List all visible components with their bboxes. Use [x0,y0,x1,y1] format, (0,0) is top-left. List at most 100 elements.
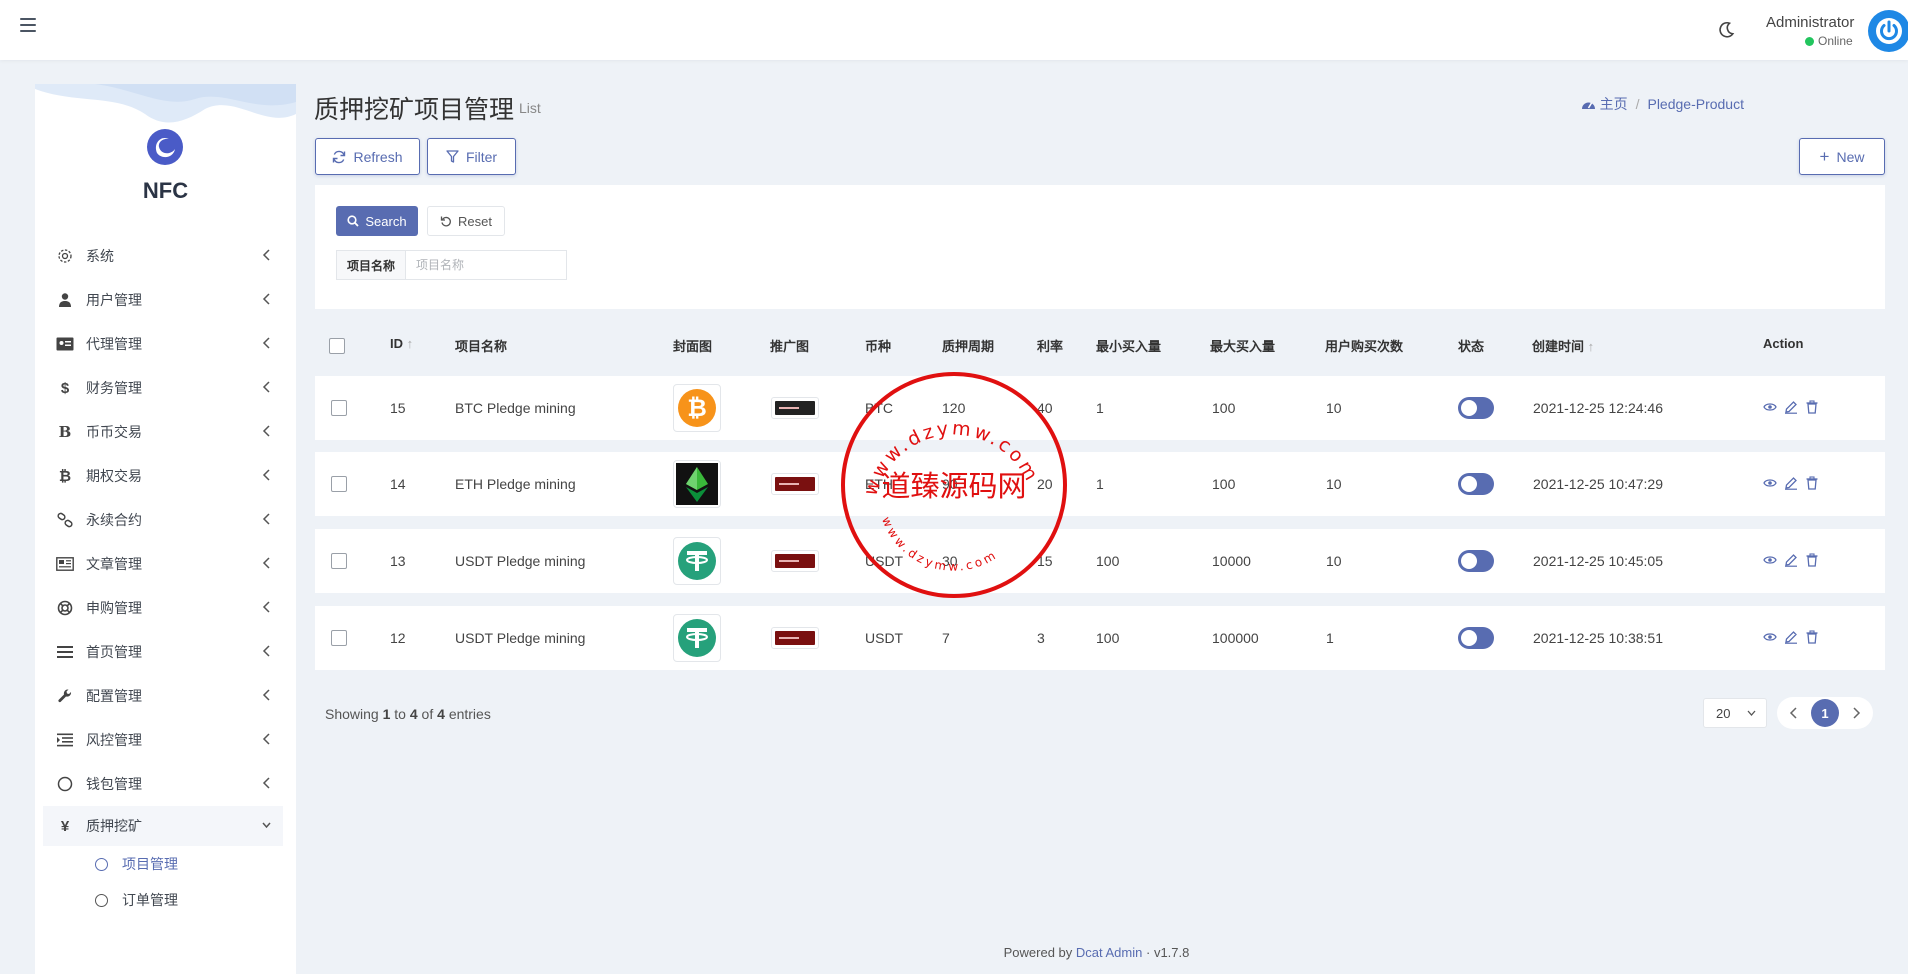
refresh-icon [333,150,346,163]
user-name[interactable]: Administrator [1766,14,1854,31]
sidebar-item-spot-trading[interactable]: B 币币交易 [43,410,283,454]
status-toggle[interactable] [1458,627,1494,649]
sidebar-item-pledge-mining[interactable]: ¥ 质押挖矿 [43,806,283,846]
row-checkbox[interactable] [331,400,347,416]
hamburger-menu-icon[interactable] [20,18,36,32]
promo-image[interactable] [771,550,819,572]
sidebar-item-label: 钱包管理 [86,776,142,792]
cell-times: 1 [1326,630,1334,646]
row-checkbox[interactable] [331,553,347,569]
edit-pencil-icon[interactable] [1784,400,1798,414]
row-checkbox[interactable] [331,630,347,646]
sidebar-item-label: 期权交易 [86,468,142,484]
select-all-checkbox[interactable] [329,338,345,354]
online-dot-icon [1805,37,1814,47]
ethereum-coin-icon [676,463,718,505]
sidebar-item-label: 系统 [86,248,114,264]
view-eye-icon[interactable] [1763,630,1777,644]
cell-rate: 3 [1037,630,1045,646]
sidebar-subitem-projects[interactable]: 项目管理 [43,846,283,882]
cover-image[interactable] [673,614,721,662]
project-name-input[interactable] [405,250,567,280]
sidebar-item-agents[interactable]: 代理管理 [43,322,283,366]
sidebar-subitem-orders[interactable]: 订单管理 [43,882,283,918]
cover-image[interactable] [673,537,721,585]
sidebar-subitem-label: 订单管理 [122,892,178,908]
cell-times: 10 [1326,553,1342,569]
chevron-right-icon[interactable] [1849,706,1863,720]
delete-trash-icon[interactable] [1805,553,1819,567]
sidebar-item-articles[interactable]: 文章管理 [43,542,283,586]
sidebar-item-risk-control[interactable]: 风控管理 [43,718,283,762]
life-ring-icon [56,599,74,617]
avatar[interactable] [1868,10,1908,52]
bitcoin-icon: ₿ [58,467,72,485]
column-header-currency: 币种 [865,339,892,354]
promo-image[interactable] [771,627,819,649]
column-header-id[interactable]: ID ↑ [390,336,413,351]
cell-period: 90 [942,476,958,492]
row-checkbox[interactable] [331,476,347,492]
refresh-button[interactable]: Refresh [315,138,420,175]
sidebar-wave-decoration [35,84,296,123]
dashboard-icon [1581,102,1595,109]
sidebar-item-config[interactable]: 配置管理 [43,674,283,718]
pagination-summary: Showing 1 to 4 of 4 entries [325,706,491,722]
sidebar-item-perpetual[interactable]: 永续合约 [43,498,283,542]
sidebar-item-label: 配置管理 [86,688,142,704]
svg-text:₿: ₿ [687,394,707,422]
sidebar-item-finance[interactable]: $ 财务管理 [43,366,283,410]
cell-min: 1 [1096,476,1104,492]
sidebar-item-wallet[interactable]: 钱包管理 [43,762,283,806]
cell-max: 100 [1212,476,1236,492]
view-eye-icon[interactable] [1763,400,1777,414]
sidebar-item-users[interactable]: 用户管理 [43,278,283,322]
cell-currency: BTC [865,400,893,416]
column-header-max: 最大买入量 [1210,339,1276,354]
per-page-select[interactable]: 20 [1703,698,1767,728]
dark-mode-moon-icon[interactable] [1716,20,1736,40]
sidebar-item-label: 文章管理 [86,556,142,572]
cover-image[interactable] [673,460,721,508]
cover-image[interactable]: ₿ [673,384,721,432]
status-toggle[interactable] [1458,473,1494,495]
view-eye-icon[interactable] [1763,553,1777,567]
column-header-name: 项目名称 [455,339,508,354]
status-toggle[interactable] [1458,397,1494,419]
breadcrumb-home[interactable]: 主页 [1600,94,1628,114]
sidebar-item-options[interactable]: ₿ 期权交易 [43,454,283,498]
edit-pencil-icon[interactable] [1784,630,1798,644]
cell-rate: 20 [1037,476,1053,492]
page-button-current[interactable]: 1 [1811,699,1839,727]
edit-pencil-icon[interactable] [1784,553,1798,567]
dcat-admin-link[interactable]: Dcat Admin [1076,945,1142,960]
column-header-created[interactable]: 创建时间 ↑ [1532,336,1594,355]
promo-image[interactable] [771,397,819,419]
sidebar-item-homepage[interactable]: 首页管理 [43,630,283,674]
delete-trash-icon[interactable] [1805,630,1819,644]
status-toggle[interactable] [1458,550,1494,572]
column-header-status: 状态 [1458,339,1485,354]
column-header-promo: 推广图 [770,339,810,354]
edit-pencil-icon[interactable] [1784,476,1798,490]
view-eye-icon[interactable] [1763,476,1777,490]
sidebar-item-subscription[interactable]: 申购管理 [43,586,283,630]
delete-trash-icon[interactable] [1805,400,1819,414]
sidebar-item-label: 质押挖矿 [86,818,142,834]
new-button[interactable]: + New [1799,138,1885,175]
chevron-left-icon[interactable] [1787,706,1801,720]
search-button[interactable]: Search [336,206,418,236]
table-header: ID ↑ 项目名称 封面图 推广图 币种 质押周期 利率 最小买入量 最大买入量… [315,326,1885,366]
cell-min: 100 [1096,630,1120,646]
bitcoin-coin-icon: ₿ [678,389,716,427]
sidebar-item-system[interactable]: 系统 [43,234,283,278]
delete-trash-icon[interactable] [1805,476,1819,490]
reset-button[interactable]: Reset [427,206,505,236]
filter-button[interactable]: Filter [427,138,516,175]
brand-logo-icon [147,129,183,165]
promo-image[interactable] [771,473,819,495]
column-header-min: 最小买入量 [1096,339,1162,354]
sort-arrow-up-icon: ↑ [1587,339,1595,354]
filter-icon [446,150,459,163]
sidebar-item-label: 币币交易 [86,424,142,440]
